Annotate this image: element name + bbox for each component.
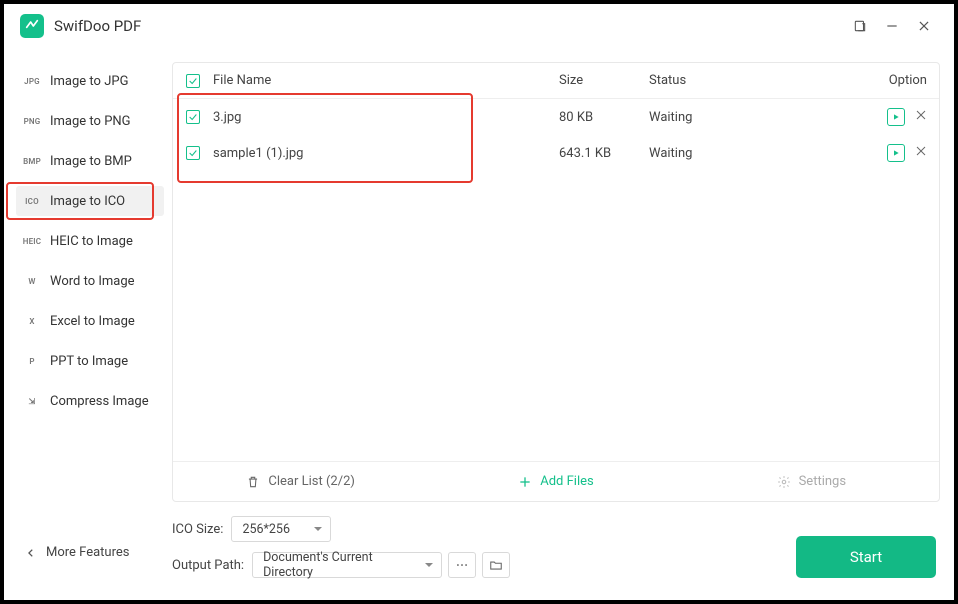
window-action-icon[interactable] bbox=[844, 12, 876, 40]
convert-row-button[interactable] bbox=[887, 144, 905, 162]
minimize-button[interactable] bbox=[876, 12, 908, 40]
badge-jpg: JPG bbox=[20, 77, 44, 86]
add-files-button[interactable]: Add Files bbox=[428, 462, 683, 501]
file-name: 3.jpg bbox=[213, 110, 559, 125]
sidebar-item-image-to-jpg[interactable]: JPG Image to JPG bbox=[16, 66, 164, 96]
badge-ico: ICO bbox=[20, 197, 44, 206]
ico-size-select[interactable]: 256*256 bbox=[231, 516, 331, 542]
app-title: SwifDoo PDF bbox=[54, 17, 141, 35]
start-button[interactable]: Start bbox=[796, 536, 936, 578]
table-header: File Name Size Status Option bbox=[173, 63, 939, 99]
sidebar-item-label: Image to BMP bbox=[50, 154, 132, 169]
header-option: Option bbox=[849, 73, 939, 88]
sidebar-item-excel-to-image[interactable]: X Excel to Image bbox=[16, 306, 164, 336]
sidebar-item-ppt-to-image[interactable]: P PPT to Image bbox=[16, 346, 164, 376]
badge-png: PNG bbox=[20, 117, 44, 126]
action-bar: Clear List (2/2) Add Files Settings bbox=[173, 461, 939, 501]
sidebar-item-label: PPT to Image bbox=[50, 354, 128, 369]
header-size: Size bbox=[559, 73, 649, 88]
file-size: 643.1 KB bbox=[559, 146, 649, 161]
sidebar-item-label: Word to Image bbox=[50, 274, 135, 289]
sidebar-item-image-to-ico[interactable]: ICO Image to ICO bbox=[16, 186, 164, 216]
badge-ppt: P bbox=[20, 357, 44, 366]
settings-button[interactable]: Settings bbox=[684, 462, 939, 501]
convert-row-button[interactable] bbox=[887, 108, 905, 126]
select-all-checkbox[interactable] bbox=[186, 74, 200, 88]
titlebar: SwifDoo PDF bbox=[4, 4, 954, 48]
sidebar-item-image-to-bmp[interactable]: BMP Image to BMP bbox=[16, 146, 164, 176]
badge-compress: ⇲ bbox=[20, 397, 44, 406]
badge-excel: X bbox=[20, 317, 44, 326]
output-path-select[interactable]: Document's Current Directory bbox=[252, 552, 442, 578]
header-status: Status bbox=[649, 73, 849, 88]
more-features-label: More Features bbox=[46, 545, 130, 560]
file-size: 80 KB bbox=[559, 110, 649, 125]
badge-word: W bbox=[20, 277, 44, 286]
sidebar-item-label: Excel to Image bbox=[50, 314, 135, 329]
file-table: File Name Size Status Option 3.jpg 80 KB bbox=[172, 62, 940, 502]
badge-heic: HEIC bbox=[20, 237, 44, 246]
table-row[interactable]: 3.jpg 80 KB Waiting bbox=[173, 99, 939, 135]
sidebar-item-compress-image[interactable]: ⇲ Compress Image bbox=[16, 386, 164, 416]
open-folder-button[interactable] bbox=[482, 552, 510, 578]
sidebar-item-image-to-png[interactable]: PNG Image to PNG bbox=[16, 106, 164, 136]
clear-list-button[interactable]: Clear List (2/2) bbox=[173, 462, 428, 501]
table-row[interactable]: sample1 (1).jpg 643.1 KB Waiting bbox=[173, 135, 939, 171]
header-file-name: File Name bbox=[213, 73, 559, 88]
ico-size-label: ICO Size: bbox=[172, 522, 223, 537]
row-checkbox[interactable] bbox=[186, 146, 200, 160]
file-status: Waiting bbox=[649, 146, 849, 161]
sidebar-item-label: Image to ICO bbox=[50, 194, 125, 209]
more-path-button[interactable] bbox=[448, 552, 476, 578]
remove-row-button[interactable] bbox=[915, 145, 927, 161]
sidebar-item-label: Image to PNG bbox=[50, 114, 131, 129]
remove-row-button[interactable] bbox=[915, 109, 927, 125]
sidebar-item-heic-to-image[interactable]: HEIC HEIC to Image bbox=[16, 226, 164, 256]
sidebar-item-word-to-image[interactable]: W Word to Image bbox=[16, 266, 164, 296]
file-status: Waiting bbox=[649, 110, 849, 125]
sidebar-item-label: Image to JPG bbox=[50, 74, 128, 89]
file-name: sample1 (1).jpg bbox=[213, 146, 559, 161]
app-logo bbox=[20, 14, 44, 38]
output-path-label: Output Path: bbox=[172, 558, 244, 573]
sidebar-item-label: HEIC to Image bbox=[50, 234, 133, 249]
row-checkbox[interactable] bbox=[186, 110, 200, 124]
sidebar: JPG Image to JPG PNG Image to PNG BMP Im… bbox=[4, 48, 172, 600]
sidebar-item-label: Compress Image bbox=[50, 394, 149, 409]
badge-bmp: BMP bbox=[20, 157, 44, 166]
more-features-link[interactable]: More Features bbox=[26, 545, 130, 560]
close-button[interactable] bbox=[908, 12, 940, 40]
